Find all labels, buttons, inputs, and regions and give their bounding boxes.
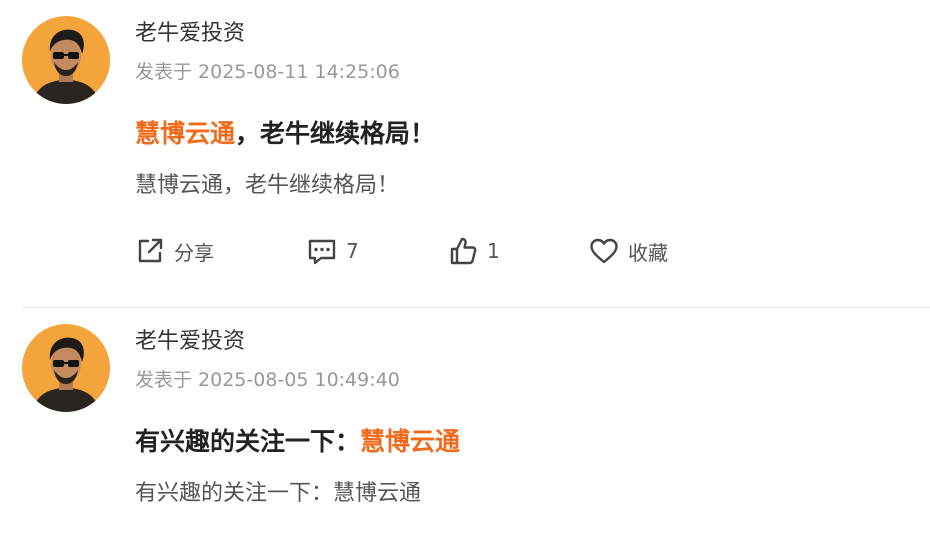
post-body[interactable]: 有兴趣的关注一下：慧博云通 (135, 477, 421, 511)
share-button[interactable]: 分享 (134, 231, 214, 271)
post-card: 老牛爱投资 发表于 2025-08-05 10:49:40 有兴趣的关注一下：慧博… (0, 308, 930, 560)
post-title-text: ，老牛继续格局！ (235, 119, 436, 148)
like-icon (450, 237, 477, 265)
avatar[interactable] (22, 324, 110, 412)
post-timestamp: 发表于 2025-08-05 10:49:40 (135, 366, 406, 394)
favorite-icon (590, 238, 618, 264)
comment-button[interactable]: 7 (306, 231, 359, 271)
post-body[interactable]: 慧博云通，老牛继续格局！ (135, 169, 399, 203)
published-prefix: 发表于 (135, 369, 193, 391)
published-time: 2025-08-11 14:25:06 (198, 61, 400, 83)
post-actions: 分享 7 1 收藏 (0, 231, 930, 271)
comment-count: 7 (346, 239, 359, 263)
post-title-text: 有兴趣的关注一下： (135, 427, 361, 456)
favorite-button[interactable]: 收藏 (588, 231, 668, 271)
share-icon (138, 238, 163, 263)
favorite-label: 收藏 (628, 240, 668, 265)
share-label: 分享 (174, 240, 214, 265)
published-time: 2025-08-05 10:49:40 (198, 369, 400, 391)
stock-tag-link[interactable]: 慧博云通 (360, 427, 460, 456)
like-button[interactable]: 1 (447, 231, 500, 271)
like-count: 1 (487, 239, 500, 263)
published-prefix: 发表于 (135, 61, 193, 83)
post-card: 老牛爱投资 发表于 2025-08-11 14:25:06 慧博云通，老牛继续格局… (0, 0, 930, 307)
author-name[interactable]: 老牛爱投资 (135, 326, 245, 358)
stock-tag-link[interactable]: 慧博云通 (135, 119, 235, 148)
post-feed: 老牛爱投资 发表于 2025-08-11 14:25:06 慧博云通，老牛继续格局… (0, 0, 930, 560)
comment-icon (308, 239, 336, 265)
avatar[interactable] (22, 16, 110, 104)
post-title[interactable]: 慧博云通，老牛继续格局！ (135, 114, 435, 154)
author-name[interactable]: 老牛爱投资 (135, 18, 245, 50)
post-title[interactable]: 有兴趣的关注一下：慧博云通 (135, 422, 460, 462)
post-timestamp: 发表于 2025-08-11 14:25:06 (135, 58, 406, 86)
